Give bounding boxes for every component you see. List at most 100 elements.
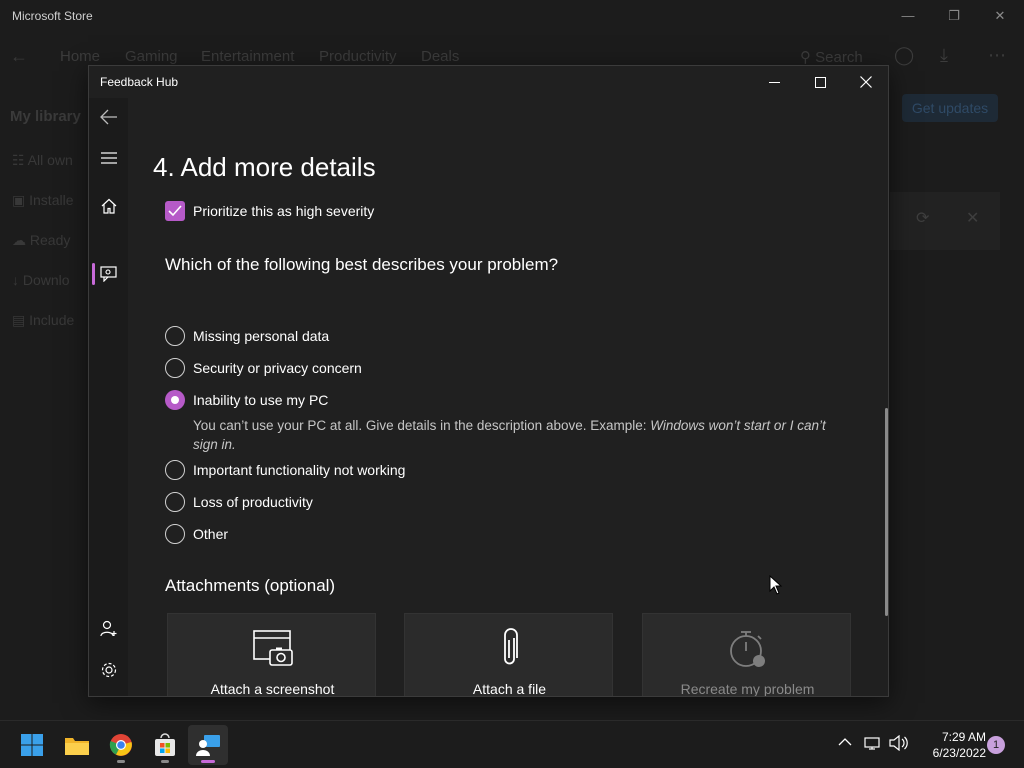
store-library-item-label: Include <box>29 312 75 328</box>
radio-button[interactable] <box>165 492 185 512</box>
radio-functionality-not-working[interactable]: Important functionality not working <box>165 460 405 480</box>
taskbar: 7:29 AM 6/23/2022 1 <box>0 720 1024 768</box>
high-severity-checkbox[interactable] <box>165 201 185 221</box>
feedback-hub-window: Feedback Hub 4. Add more details Priorit… <box>88 65 889 697</box>
clock-date: 6/23/2022 <box>932 746 986 760</box>
nav-account[interactable] <box>89 610 128 646</box>
help-text: You can’t use your PC at all. Give detai… <box>193 418 651 433</box>
radio-button[interactable] <box>165 326 185 346</box>
store-library-item-label: Ready <box>29 232 71 248</box>
paperclip-icon <box>405 628 614 668</box>
store-library-item-label: All own <box>27 152 73 168</box>
running-indicator <box>161 760 169 763</box>
minimize-icon <box>768 81 780 83</box>
store-close-button[interactable]: ✕ <box>990 8 1010 26</box>
radio-label: Security or privacy concern <box>193 360 362 376</box>
checkmark-icon <box>168 205 182 217</box>
store-library-item-included[interactable]: ▤ Include <box>12 312 74 329</box>
store-library-item-installed[interactable]: ▣ Installe <box>12 192 73 209</box>
store-minimize-button[interactable]: — <box>898 8 918 26</box>
nav-home[interactable] <box>89 188 128 224</box>
nav-feedback[interactable] <box>89 256 128 292</box>
maximize-icon <box>814 76 826 88</box>
attach-screenshot-label: Attach a screenshot <box>210 681 335 697</box>
radio-label: Other <box>193 526 229 542</box>
store-search[interactable]: ⚲ Search <box>800 48 863 66</box>
back-button[interactable] <box>89 99 128 135</box>
network-icon <box>864 737 880 750</box>
store-cancel-icon[interactable]: ✕ <box>966 208 979 228</box>
radio-inability-to-use-pc[interactable]: Inability to use my PC <box>165 390 328 410</box>
vertical-scrollbar[interactable] <box>885 408 888 616</box>
store-title: Microsoft Store <box>12 9 93 23</box>
store-library-item-ready[interactable]: ☁ Ready <box>12 232 70 249</box>
speaker-icon <box>889 734 908 752</box>
radio-button-selected[interactable] <box>165 390 185 410</box>
back-arrow-icon <box>99 109 117 125</box>
taskbar-store[interactable] <box>145 725 185 765</box>
network-button[interactable] <box>864 735 882 754</box>
hamburger-icon <box>100 152 117 164</box>
radio-missing-personal-data[interactable]: Missing personal data <box>165 326 329 346</box>
notification-badge[interactable]: 1 <box>987 736 1005 754</box>
attach-screenshot-button[interactable]: Attach a screenshot <box>167 613 377 697</box>
minimize-button[interactable] <box>751 66 797 98</box>
recreate-problem-label: Recreate my problem <box>680 681 815 697</box>
store-restore-button[interactable]: ❐ <box>944 8 964 26</box>
store-account-icon[interactable]: ◯ <box>894 45 914 66</box>
radio-loss-of-productivity[interactable]: Loss of productivity <box>165 492 313 512</box>
file-explorer-icon <box>65 738 89 755</box>
store-library-item-downloads[interactable]: ↓ Downlo <box>12 272 70 288</box>
clock-time: 7:29 AM <box>941 730 986 744</box>
desktop: Microsoft Store — ❐ ✕ ← Home Gaming Ente… <box>0 0 1024 768</box>
radio-label: Important functionality not working <box>193 462 406 478</box>
close-icon <box>860 76 872 88</box>
show-hidden-icons-button[interactable] <box>838 735 852 750</box>
hamburger-menu-button[interactable] <box>89 140 128 176</box>
taskbar-file-explorer[interactable] <box>57 725 97 765</box>
mouse-cursor-icon <box>769 574 783 600</box>
close-button[interactable] <box>843 66 888 98</box>
chrome-icon <box>109 734 132 756</box>
store-tab-deals[interactable]: Deals <box>421 48 459 65</box>
taskbar-feedback-hub[interactable] <box>188 725 228 765</box>
attach-file-button[interactable]: Attach a file <box>404 613 614 696</box>
store-get-updates-button[interactable]: Get updates <box>902 94 998 122</box>
store-downloads-icon[interactable]: ⤓ <box>940 45 948 66</box>
page-title: 4. Add more details <box>153 152 376 182</box>
high-severity-label: Prioritize this as high severity <box>193 203 375 219</box>
store-library-item-all[interactable]: ☷ All own <box>12 152 73 169</box>
radio-other[interactable]: Other <box>165 524 228 544</box>
recreate-problem-button[interactable]: Recreate my problem <box>642 613 851 697</box>
store-tab-productivity[interactable]: Productivity <box>319 48 397 65</box>
store-back-icon[interactable]: ← <box>10 46 28 67</box>
taskbar-clock[interactable]: 7:29 AM 6/23/2022 <box>912 729 986 761</box>
radio-button[interactable] <box>165 524 185 544</box>
maximize-button[interactable] <box>797 66 843 98</box>
feedback-hub-titlebar: Feedback Hub <box>89 66 888 98</box>
store-tab-home[interactable]: Home <box>60 48 100 65</box>
details-page: 4. Add more details Prioritize this as h… <box>129 98 888 696</box>
radio-button[interactable] <box>165 358 185 378</box>
store-download-row: ⟳ ✕ <box>890 192 1000 250</box>
screenshot-icon <box>168 628 377 668</box>
store-tab-gaming[interactable]: Gaming <box>125 48 178 65</box>
nav-settings[interactable] <box>89 652 128 688</box>
volume-button[interactable] <box>889 734 909 754</box>
start-button[interactable] <box>12 725 52 765</box>
taskbar-chrome[interactable] <box>101 725 141 765</box>
radio-button[interactable] <box>165 460 185 480</box>
store-search-label: Search <box>815 49 863 66</box>
window-title: Feedback Hub <box>100 75 179 89</box>
problem-question: Which of the following best describes yo… <box>165 255 559 274</box>
store-refresh-icon[interactable]: ⟳ <box>916 208 929 228</box>
store-more-icon[interactable]: ⋯ <box>988 45 1006 66</box>
radio-label: Loss of productivity <box>193 494 313 510</box>
store-library-header: My library <box>10 108 81 125</box>
high-severity-checkbox-row[interactable]: Prioritize this as high severity <box>165 201 374 221</box>
account-add-icon <box>99 620 116 636</box>
navigation-rail <box>89 98 128 696</box>
radio-security-privacy[interactable]: Security or privacy concern <box>165 358 362 378</box>
feedback-hub-icon <box>196 735 220 756</box>
store-tab-entertainment[interactable]: Entertainment <box>201 48 294 65</box>
